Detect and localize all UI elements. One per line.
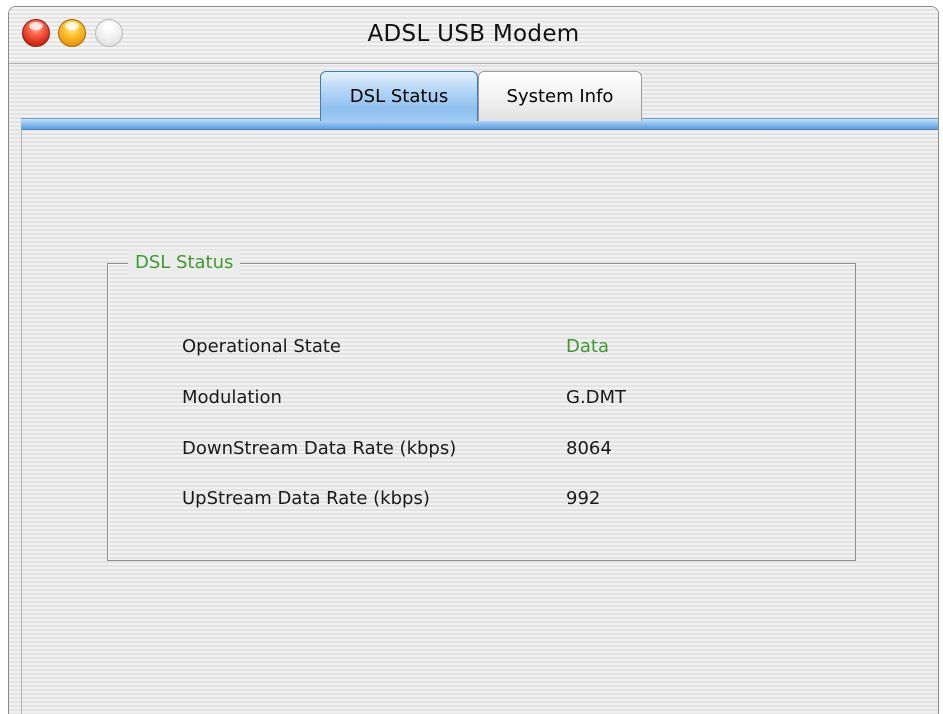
status-row-downstream-rate: DownStream Data Rate (kbps) 8064 bbox=[182, 434, 822, 464]
row-label: DownStream Data Rate (kbps) bbox=[182, 438, 457, 459]
row-label: UpStream Data Rate (kbps) bbox=[182, 488, 430, 509]
row-label: Modulation bbox=[182, 387, 282, 408]
status-row-modulation: Modulation G.DMT bbox=[182, 383, 822, 413]
window-title: ADSL USB Modem bbox=[367, 21, 580, 47]
status-row-operational-state: Operational State Data bbox=[182, 332, 822, 362]
upstream-rate-value: 992 bbox=[566, 488, 601, 509]
app-window: ADSL USB Modem DSL Status System Info DS… bbox=[8, 6, 939, 714]
tab-dsl-status[interactable]: DSL Status bbox=[320, 71, 478, 121]
dsl-status-group: DSL Status Operational State Data Modula… bbox=[107, 250, 856, 561]
modulation-value: G.DMT bbox=[566, 387, 627, 408]
tab-system-info[interactable]: System Info bbox=[478, 71, 642, 121]
operational-state-value: Data bbox=[566, 336, 609, 357]
group-title: DSL Status bbox=[128, 250, 241, 276]
row-label: Operational State bbox=[182, 336, 341, 357]
downstream-rate-value: 8064 bbox=[566, 438, 612, 459]
title-bar[interactable]: ADSL USB Modem bbox=[9, 7, 938, 64]
status-row-upstream-rate: UpStream Data Rate (kbps) 992 bbox=[182, 484, 822, 514]
tab-content-panel: DSL Status Operational State Data Modula… bbox=[21, 129, 938, 714]
